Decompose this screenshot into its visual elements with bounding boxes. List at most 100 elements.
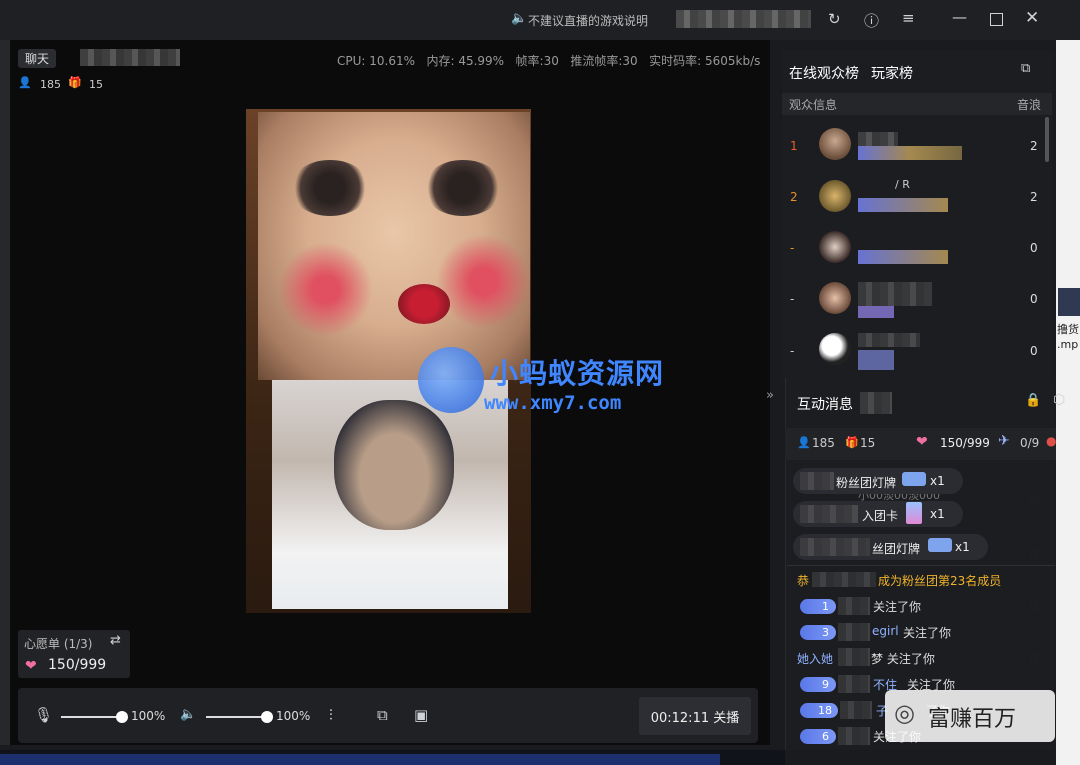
title-bar: 🔈 不建议直播的游戏说明 ↻ ⓘ ≡ — ✕	[0, 0, 1080, 40]
fan-badge-redacted	[858, 250, 948, 264]
gift-icon: 🎁	[68, 76, 82, 89]
watermark-logo-icon	[418, 347, 484, 413]
face-eye-left	[290, 160, 370, 216]
menu-icon[interactable]: ≡	[902, 9, 915, 27]
mic-volume-value: 100%	[131, 709, 166, 723]
gift-count: 15	[89, 78, 103, 91]
tab-online-audience[interactable]: 在线观众榜	[789, 63, 859, 83]
gift-count: x1	[930, 507, 945, 521]
equalizer-icon[interactable]: ⫶	[329, 706, 333, 724]
speaker-volume-value: 100%	[276, 709, 311, 723]
game-notice-link[interactable]: 不建议直播的游戏说明	[528, 12, 648, 29]
rank-1: 1	[790, 139, 798, 153]
avatar[interactable]	[819, 180, 851, 212]
gift-count: x1	[955, 540, 970, 554]
settings-icon[interactable]: ⬡	[1053, 392, 1065, 408]
rank-3: -	[790, 241, 795, 255]
follower-redacted	[838, 648, 870, 666]
help-icon[interactable]: ⓘ	[864, 10, 879, 31]
fan-club-congrats-prefix: 恭	[797, 574, 810, 588]
follow-action: 梦 关注了你	[871, 652, 935, 666]
voice-score: 2	[1030, 190, 1038, 204]
collapse-panel-icon[interactable]: »	[766, 388, 774, 403]
message-gift-count: 15	[860, 436, 876, 450]
message-viewer-count: 185	[812, 436, 835, 450]
minimize-icon[interactable]: —	[952, 8, 967, 26]
level-badge: 18	[800, 703, 838, 718]
voice-score: 0	[1030, 292, 1038, 306]
join-card-icon	[906, 502, 922, 524]
voice-score: 0	[1030, 241, 1038, 255]
watermark-site-name: 小蚂蚁资源网	[490, 357, 665, 390]
avatar[interactable]	[819, 282, 851, 314]
follow-action: 关注了你	[873, 600, 922, 614]
rank-5: -	[790, 344, 795, 358]
stop-live-label: 关播	[713, 711, 740, 726]
voice-score: 0	[1030, 344, 1038, 358]
follow-action: 关注了你	[903, 626, 952, 640]
fan-club-congrats-text: 成为粉丝团第23名成员	[878, 574, 1002, 588]
rank-2: 2	[790, 190, 798, 204]
gift-name: 入团卡	[862, 509, 899, 523]
wishlist-widget[interactable]: 心愿单 (1/3) ⇄ ❤ 150/999	[18, 630, 130, 678]
stop-live-button[interactable]: 00:12:11 关播	[639, 697, 751, 735]
swap-icon[interactable]: ⇄	[110, 633, 121, 648]
username-redacted	[858, 333, 920, 347]
crane-count: 0/9	[1020, 436, 1040, 450]
sender-redacted	[800, 472, 834, 490]
face-cheek-left	[278, 242, 373, 337]
cpu-stat: CPU: 10.61%	[337, 54, 416, 68]
tab-player-rank[interactable]: 玩家榜	[871, 63, 913, 83]
mic-volume-knob[interactable]	[116, 711, 128, 723]
desktop-file-label: .mp	[1057, 338, 1079, 351]
camera-icon[interactable]: ▣	[414, 706, 428, 724]
face-eye-right	[423, 160, 503, 216]
follower-redacted	[838, 675, 870, 693]
avatar[interactable]	[819, 333, 851, 365]
heart-icon: ❤	[25, 658, 37, 674]
live-timer: 00:12:11	[650, 711, 710, 726]
speaker-volume-knob[interactable]	[261, 711, 273, 723]
gift-count: x1	[930, 474, 945, 488]
fan-lamp-icon	[928, 538, 952, 552]
message-wish-progress: 150/999	[940, 436, 990, 450]
viewer-count: 185	[40, 78, 61, 91]
column-audience-info: 观众信息	[789, 98, 838, 112]
speaker-icon[interactable]: 🔈	[180, 707, 196, 722]
watermark-site-url: www.xmy7.com	[484, 392, 622, 414]
chat-category-tag[interactable]: 聊天	[18, 49, 57, 68]
level-value: 6	[822, 730, 829, 743]
speaker-volume-slider[interactable]	[206, 716, 266, 718]
avatar[interactable]	[819, 128, 851, 160]
video-bottom-child	[272, 380, 508, 609]
username-redacted	[858, 282, 932, 306]
fps-stat: 帧率:30	[515, 54, 559, 68]
follower-redacted	[838, 727, 870, 745]
username-redacted	[858, 132, 898, 146]
avatar[interactable]	[819, 231, 851, 263]
rank-4: -	[790, 292, 795, 306]
mic-volume-slider[interactable]	[61, 716, 121, 718]
message-panel-title: 互动消息	[797, 397, 853, 413]
maximize-icon[interactable]	[990, 13, 1003, 26]
level-value: 3	[822, 626, 829, 639]
heart-icon: ❤	[916, 434, 928, 450]
fan-badge-redacted	[858, 146, 962, 160]
screen-mirror-icon[interactable]: ⧉	[377, 706, 388, 724]
wechat-account-name: 富赚百万	[928, 707, 1017, 732]
wishlist-progress: 150/999	[48, 657, 107, 673]
level-value: 1	[822, 600, 829, 613]
viewer-icon: 👤	[797, 436, 811, 449]
push-fps-stat: 推流帧率:30	[570, 54, 638, 68]
refresh-icon[interactable]: ↻	[828, 10, 841, 28]
gift-icon: 🎁	[845, 436, 859, 449]
gift-name: 粉丝团灯牌	[836, 476, 897, 490]
close-icon[interactable]: ✕	[1025, 8, 1039, 28]
room-title-redacted	[80, 49, 180, 66]
microphone-icon[interactable]: 🎙	[34, 706, 53, 724]
lock-icon[interactable]: 🔒	[1025, 393, 1041, 408]
performance-stats: CPU: 10.61% 内存: 45.99% 帧率:30 推流帧率:30 实时码…	[337, 52, 760, 69]
popout-icon[interactable]: ⧉	[1021, 61, 1030, 76]
user-name-redacted[interactable]	[676, 10, 811, 28]
audience-scrollbar[interactable]	[1045, 117, 1049, 162]
